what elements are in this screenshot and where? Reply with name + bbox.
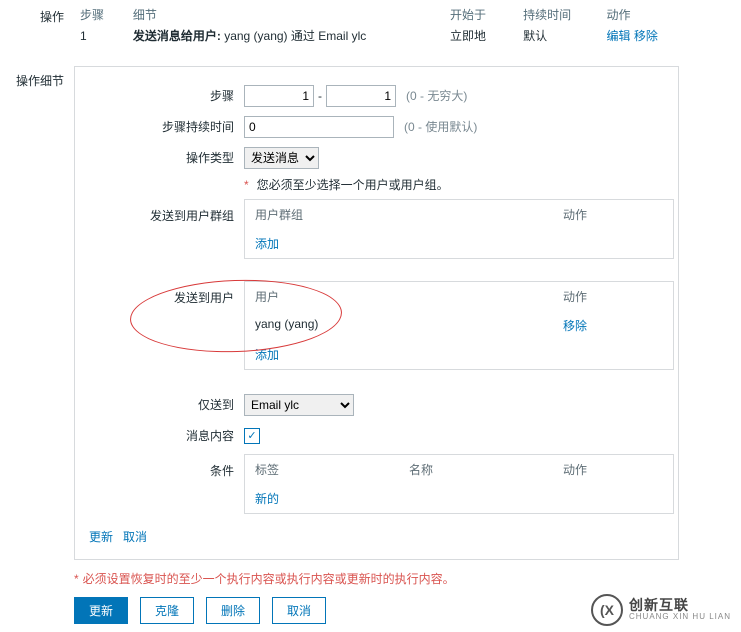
duration-label: 步骤持续时间 (79, 114, 244, 139)
remove-link[interactable]: 移除 (634, 29, 658, 43)
footer-note: 必须设置恢复时的至少一个执行内容或执行内容或更新时的执行内容。 (83, 572, 455, 586)
col-start: 开始于 (444, 4, 517, 25)
table-row: 1 发送消息给用户: yang (yang) 通过 Email ylc 立即地 … (74, 25, 694, 46)
cond-col-name: 名称 (399, 455, 553, 484)
user-label: 发送到用户 (79, 281, 244, 310)
sendto-select[interactable]: Email ylc (244, 394, 354, 416)
group-col-action: 动作 (553, 200, 673, 229)
step-dash: - (318, 89, 322, 103)
clone-button[interactable]: 克隆 (140, 597, 194, 624)
logo-icon: (X (591, 594, 623, 626)
brand-logo: (X 创新互联 CHUANG XIN HU LIAN (591, 594, 731, 626)
inner-update-link[interactable]: 更新 (89, 528, 113, 545)
msgcontent-label: 消息内容 (79, 423, 244, 448)
logo-sub: CHUANG XIN HU LIAN (629, 613, 731, 622)
cell-actions: 编辑 移除 (600, 25, 694, 46)
logo-main: 创新互联 (629, 598, 731, 613)
operations-label: 操作 (4, 4, 74, 29)
sendto-label: 仅送到 (79, 392, 244, 417)
col-duration: 持续时间 (517, 4, 600, 25)
operation-detail-box: 步骤 - (0 - 无穷大) 步骤持续时间 (0 - 使用默认) 操作类型 (74, 66, 679, 560)
msgcontent-checkbox[interactable]: ✓ (244, 428, 260, 444)
edit-link[interactable]: 编辑 (606, 29, 630, 43)
user-add-link[interactable]: 添加 (255, 348, 279, 362)
optype-select[interactable]: 发送消息 (244, 147, 319, 169)
operations-table: 步骤 细节 开始于 持续时间 动作 1 发送消息给用户: yang (yang)… (74, 4, 694, 46)
required-asterisk: * (244, 178, 253, 192)
cell-step: 1 (74, 25, 127, 46)
delete-button[interactable]: 删除 (206, 597, 260, 624)
cell-start: 立即地 (444, 25, 517, 46)
step-hint: (0 - 无穷大) (406, 87, 467, 104)
required-asterisk-footer: * (74, 572, 83, 586)
must-select-note: 您必须至少选择一个用户或用户组。 (257, 176, 449, 193)
user-table: 用户 动作 yang (yang) 移除 添加 (244, 281, 674, 370)
col-action: 动作 (600, 4, 694, 25)
group-add-link[interactable]: 添加 (255, 237, 279, 251)
cond-col-label: 标签 (245, 455, 399, 484)
cell-duration: 默认 (517, 25, 600, 46)
cell-detail: 发送消息给用户: yang (yang) 通过 Email ylc (127, 25, 444, 46)
col-step: 步骤 (74, 4, 127, 25)
condition-new-link[interactable]: 新的 (255, 492, 279, 506)
group-label: 发送到用户群组 (79, 199, 244, 228)
user-col-name: 用户 (245, 282, 553, 311)
duration-input[interactable] (244, 116, 394, 138)
step-to-input[interactable] (326, 85, 396, 107)
cond-col-action: 动作 (553, 455, 673, 484)
cancel-button[interactable]: 取消 (272, 597, 326, 624)
detail-prefix: 发送消息给用户: (133, 29, 221, 43)
user-remove-link[interactable]: 移除 (563, 319, 587, 333)
user-value: yang (yang) (245, 311, 553, 340)
user-col-action: 动作 (553, 282, 673, 311)
condition-table: 标签 名称 动作 新的 (244, 454, 674, 514)
group-table: 用户群组 动作 添加 (244, 199, 674, 259)
group-col-name: 用户群组 (245, 200, 553, 229)
optype-label: 操作类型 (79, 145, 244, 170)
detail-user: yang (yang) 通过 Email ylc (224, 29, 366, 43)
condition-label: 条件 (79, 454, 244, 483)
update-button[interactable]: 更新 (74, 597, 128, 624)
operation-detail-label: 操作细节 (4, 66, 74, 93)
step-from-input[interactable] (244, 85, 314, 107)
col-detail: 细节 (127, 4, 444, 25)
duration-hint: (0 - 使用默认) (404, 118, 477, 135)
inner-cancel-link[interactable]: 取消 (123, 528, 147, 545)
step-label: 步骤 (79, 83, 244, 108)
